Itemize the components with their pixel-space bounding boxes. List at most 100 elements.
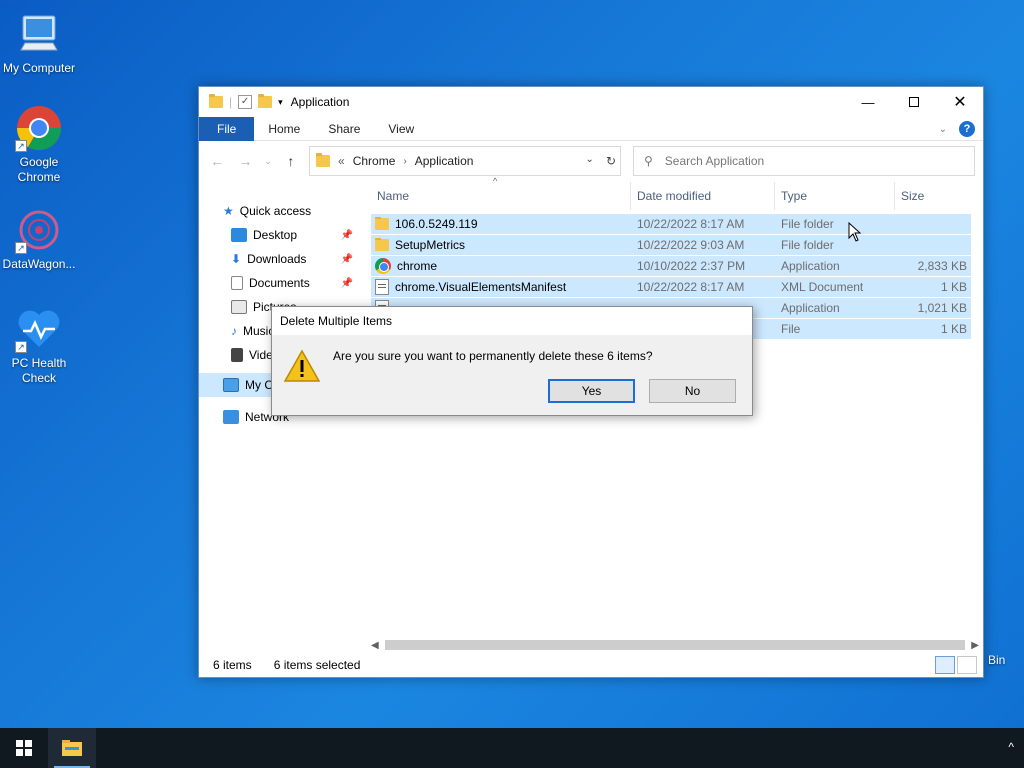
- navigation-pane: ★ Quick access Desktop 📌 ⬇ Downloads 📌 D…: [199, 182, 359, 655]
- column-header-type[interactable]: Type: [775, 182, 895, 210]
- mouse-cursor-icon: [848, 221, 862, 245]
- selected-count: 6 items selected: [273, 658, 361, 672]
- scroll-right-icon[interactable]: ▶: [971, 640, 979, 651]
- separator: |: [229, 95, 233, 109]
- datawagon-icon: ↗: [15, 206, 63, 254]
- help-icon[interactable]: ?: [959, 121, 975, 137]
- tab-view[interactable]: View: [374, 117, 428, 141]
- back-button[interactable]: ←: [207, 153, 227, 169]
- breadcrumb-application[interactable]: Application: [415, 154, 474, 168]
- shortcut-arrow-icon: ↗: [15, 242, 27, 254]
- pin-icon: 📌: [340, 253, 353, 265]
- desktop-icon-my-computer[interactable]: My Computer: [0, 10, 78, 76]
- sidebar-item-label: Documents: [249, 276, 310, 290]
- minimize-button[interactable]: —: [845, 87, 891, 117]
- sidebar-item-desktop[interactable]: Desktop 📌: [199, 223, 359, 247]
- sort-ascending-icon: ^: [493, 176, 498, 186]
- sidebar-item-documents[interactable]: Documents 📌: [199, 271, 359, 295]
- search-input[interactable]: ⚲ Search Application: [633, 146, 975, 176]
- pin-icon: 📌: [340, 277, 353, 289]
- large-icons-view-icon[interactable]: [957, 656, 977, 674]
- table-row[interactable]: SetupMetrics 10/22/2022 9:03 AM File fol…: [371, 235, 971, 256]
- close-button[interactable]: ✕: [937, 87, 983, 117]
- new-folder-icon[interactable]: [258, 94, 273, 108]
- file-date: 10/22/2022 8:17 AM: [637, 280, 745, 294]
- window-title: Application: [290, 95, 350, 109]
- file-date: 10/22/2022 8:17 AM: [637, 217, 745, 231]
- start-button[interactable]: [0, 728, 48, 768]
- breadcrumb-overflow[interactable]: «: [338, 154, 345, 168]
- sidebar-item-label: Desktop: [253, 228, 298, 242]
- tab-file[interactable]: File: [199, 116, 255, 141]
- sidebar-item-label: Quick access: [239, 204, 312, 218]
- breadcrumb-separator-icon[interactable]: ›: [403, 156, 406, 167]
- health-heart-icon: ↗: [15, 305, 63, 353]
- no-button[interactable]: No: [649, 379, 736, 403]
- desktop-icon-label: Google Chrome: [17, 155, 61, 184]
- address-dropdown-icon[interactable]: ⌄: [586, 154, 594, 168]
- pictures-icon: [231, 300, 247, 314]
- taskbar: ^: [0, 728, 1024, 768]
- details-view-icon[interactable]: [935, 656, 955, 674]
- desktop-icon-datawagon[interactable]: ↗ DataWagon...: [0, 206, 78, 272]
- file-date: 10/22/2022 9:03 AM: [637, 238, 745, 252]
- computer-icon: [223, 378, 239, 392]
- tab-home[interactable]: Home: [254, 117, 314, 141]
- address-bar[interactable]: « Chrome › Application ⌄ ↻: [309, 146, 621, 176]
- scrollbar-thumb[interactable]: [384, 640, 966, 650]
- table-row[interactable]: 106.0.5249.119 10/22/2022 8:17 AM File f…: [371, 214, 971, 235]
- file-size: 1,021 KB: [917, 301, 967, 315]
- file-name: SetupMetrics: [395, 238, 466, 252]
- folder-icon: [316, 153, 330, 167]
- forward-button[interactable]: →: [235, 153, 255, 169]
- horizontal-scrollbar[interactable]: ◀ ▶: [371, 637, 979, 653]
- warning-icon: [283, 349, 321, 386]
- file-size: 2,833 KB: [917, 259, 967, 273]
- desktop-icon-label: DataWagon...: [2, 257, 76, 271]
- folder-icon: [209, 94, 223, 108]
- download-arrow-icon: ⬇: [231, 252, 242, 266]
- shortcut-arrow-icon: ↗: [15, 341, 27, 353]
- refresh-icon[interactable]: ↻: [606, 154, 616, 168]
- recent-locations-icon[interactable]: ⌄: [264, 156, 273, 167]
- up-button[interactable]: ↑: [281, 153, 301, 169]
- title-bar[interactable]: | ✓ ▾ Application — ✕: [199, 87, 983, 117]
- scroll-left-icon[interactable]: ◀: [371, 640, 379, 651]
- breadcrumb-chrome[interactable]: Chrome: [353, 154, 396, 168]
- desktop-icon-label: PC Health Check: [11, 356, 67, 385]
- status-bar: 6 items 6 items selected: [199, 653, 983, 677]
- sidebar-item-downloads[interactable]: ⬇ Downloads 📌: [199, 247, 359, 271]
- file-name: 106.0.5249.119: [395, 217, 478, 231]
- sidebar-item-label: Music: [243, 324, 275, 338]
- yes-button[interactable]: Yes: [548, 379, 635, 403]
- file-type: XML Document: [781, 280, 864, 294]
- maximize-button[interactable]: [891, 87, 937, 117]
- customize-dropdown-icon[interactable]: ▾: [278, 97, 283, 108]
- folder-icon: [375, 217, 389, 230]
- table-row[interactable]: chrome 10/10/2022 2:37 PM Application 2,…: [371, 256, 971, 277]
- properties-icon[interactable]: ✓: [238, 95, 253, 109]
- star-icon: ★: [223, 204, 234, 218]
- column-header-name[interactable]: Name: [371, 182, 631, 210]
- show-hidden-icons-icon[interactable]: ^: [1008, 740, 1014, 754]
- ribbon-tabs: File Home Share View ⌄ ?: [199, 116, 983, 141]
- column-header-size[interactable]: Size: [895, 182, 971, 210]
- desktop-icon-label: My Computer: [2, 61, 76, 75]
- pin-icon: 📌: [340, 229, 353, 241]
- desktop-icon-google-chrome[interactable]: ↗ Google Chrome: [0, 104, 78, 185]
- table-row[interactable]: chrome.VisualElementsManifest 10/22/2022…: [371, 277, 971, 298]
- desktop-icon-pc-health-check[interactable]: ↗ PC Health Check: [0, 305, 78, 386]
- shortcut-arrow-icon: ↗: [15, 140, 27, 152]
- search-placeholder: Search Application: [664, 154, 765, 168]
- computer-icon: [15, 10, 63, 58]
- taskbar-file-explorer[interactable]: [48, 728, 96, 768]
- quick-access-toolbar: | ✓ ▾: [209, 94, 283, 109]
- column-header-date[interactable]: Date modified: [631, 182, 775, 210]
- sidebar-item-quick-access[interactable]: ★ Quick access: [199, 199, 359, 223]
- file-type: Application: [781, 301, 840, 315]
- expand-ribbon-icon[interactable]: ⌄: [939, 124, 947, 135]
- file-type: File: [781, 322, 801, 336]
- file-type: Application: [781, 259, 840, 273]
- dialog-message: Are you sure you want to permanently del…: [333, 349, 653, 363]
- tab-share[interactable]: Share: [314, 117, 374, 141]
